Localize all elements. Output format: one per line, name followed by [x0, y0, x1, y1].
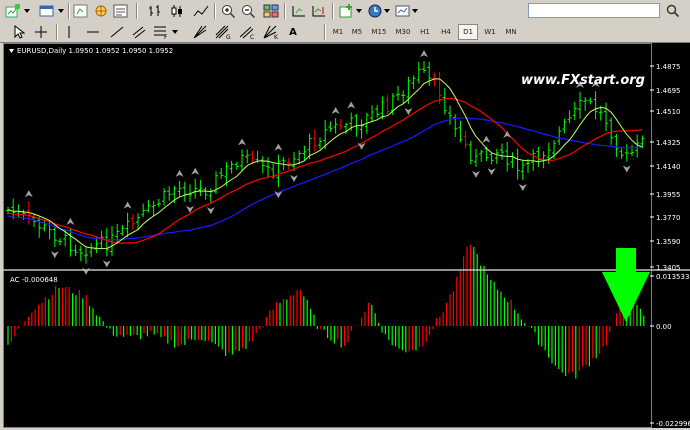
fractal-down-marker	[82, 267, 90, 275]
fractal-up-marker	[24, 190, 33, 198]
indicator-tick-label: -0.022996	[656, 420, 690, 428]
price-tick-label: 1.4140	[656, 163, 681, 171]
price-tick-label: 1.3955	[656, 191, 681, 199]
fractal-down-marker	[518, 183, 527, 191]
fractal-down-marker	[357, 142, 366, 150]
ac-histogram-layer	[7, 244, 645, 379]
fractal-down-marker	[622, 165, 631, 173]
fractal-down-marker	[102, 260, 111, 268]
chart-canvas: EURUSD,Daily 1.0950 1.0952 1.0950 1.0952…	[3, 47, 690, 428]
price-tick-label: 1.3590	[656, 238, 681, 246]
indicator-tick-label: 0.013533	[656, 273, 689, 281]
fractal-up-marker	[347, 101, 356, 109]
indicator-tick-label: 0.00	[656, 323, 672, 331]
fractal-up-marker	[274, 143, 283, 151]
chart-header: EURUSD,Daily 1.0950 1.0952 1.0950 1.0952	[17, 47, 173, 55]
price-ticks: 1.4875 1.4695 1.4510 1.4325 1.4140 1.3955 1.37…	[650, 63, 681, 272]
candles-layer	[6, 61, 645, 264]
price-tick-label: 1.3770	[656, 214, 681, 222]
price-tick-label: 1.4695	[656, 87, 681, 95]
fractal-up-marker	[331, 107, 340, 115]
price-tick-label: 1.4875	[656, 63, 681, 71]
fractal-down-marker	[472, 170, 480, 178]
indicator-header: AC -0.000648	[10, 276, 58, 284]
fractal-down-marker	[50, 251, 59, 259]
indicator-ticks: 0.013533 0.00 -0.022996	[650, 273, 690, 428]
fractal-up-marker	[238, 138, 246, 146]
price-tick-label: 1.4510	[656, 108, 681, 116]
fractal-up-marker	[175, 169, 184, 177]
fractal-down-marker	[487, 168, 496, 176]
moving-averages-layer	[7, 78, 643, 250]
chart-menu-icon[interactable]	[9, 49, 14, 53]
down-arrow-icon	[602, 248, 650, 322]
price-tick-label: 1.4325	[656, 139, 681, 147]
fractal-up-marker	[191, 167, 200, 175]
watermark: www.FXstart.org	[521, 73, 645, 88]
ma-fast-line	[7, 78, 643, 250]
fractal-down-marker	[206, 207, 215, 215]
fractal-up-marker	[66, 217, 75, 225]
price-tick-label: 1.3405	[656, 264, 681, 272]
fractal-up-marker	[503, 130, 512, 138]
fractal-up-marker	[482, 135, 491, 143]
fractal-up-marker	[420, 50, 428, 58]
fractal-down-marker	[290, 174, 298, 182]
fractal-down-marker	[404, 107, 413, 115]
fractal-up-marker	[123, 201, 132, 209]
